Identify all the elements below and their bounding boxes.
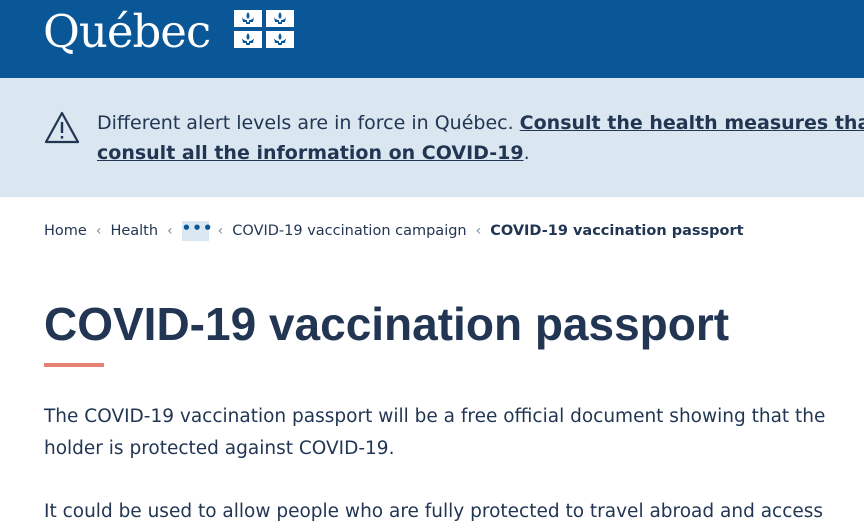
alert-text: Different alert levels are in force in Q… — [97, 112, 520, 134]
breadcrumb-health[interactable]: Health — [110, 223, 158, 239]
breadcrumb: Home ‹ Health ‹ ••• ‹ COVID-19 vaccinati… — [44, 219, 744, 243]
breadcrumb-separator-icon: ‹ — [475, 223, 482, 239]
quebec-logo[interactable]: Québec — [43, 2, 211, 62]
alert-message: Different alert levels are in force in Q… — [97, 108, 864, 168]
warning-triangle-icon — [44, 111, 80, 144]
fleur-de-lis-flag-icon[interactable] — [234, 10, 294, 48]
health-measures-link[interactable]: Consult the health measures that — [520, 112, 864, 134]
breadcrumb-separator-icon: ‹ — [95, 223, 102, 239]
breadcrumb-separator-icon: ‹ — [167, 223, 173, 239]
alert-trailing-period: . — [523, 142, 530, 164]
page-title: COVID-19 vaccination passport — [44, 298, 730, 350]
title-accent-bar — [44, 363, 104, 367]
breadcrumb-separator-icon: ‹ — [217, 223, 224, 239]
breadcrumb-ellipsis-button[interactable]: ••• — [181, 221, 212, 241]
covid-info-link[interactable]: consult all the information on COVID-19 — [97, 142, 524, 164]
breadcrumb-current-page: COVID-19 vaccination passport — [490, 223, 744, 239]
breadcrumb-home[interactable]: Home — [44, 223, 87, 239]
intro-paragraph: The COVID-19 vaccination passport will b… — [44, 406, 826, 459]
breadcrumb-vaccination-campaign[interactable]: COVID-19 vaccination campaign — [232, 223, 466, 239]
usage-paragraph: It could be used to allow people who are… — [44, 501, 824, 522]
